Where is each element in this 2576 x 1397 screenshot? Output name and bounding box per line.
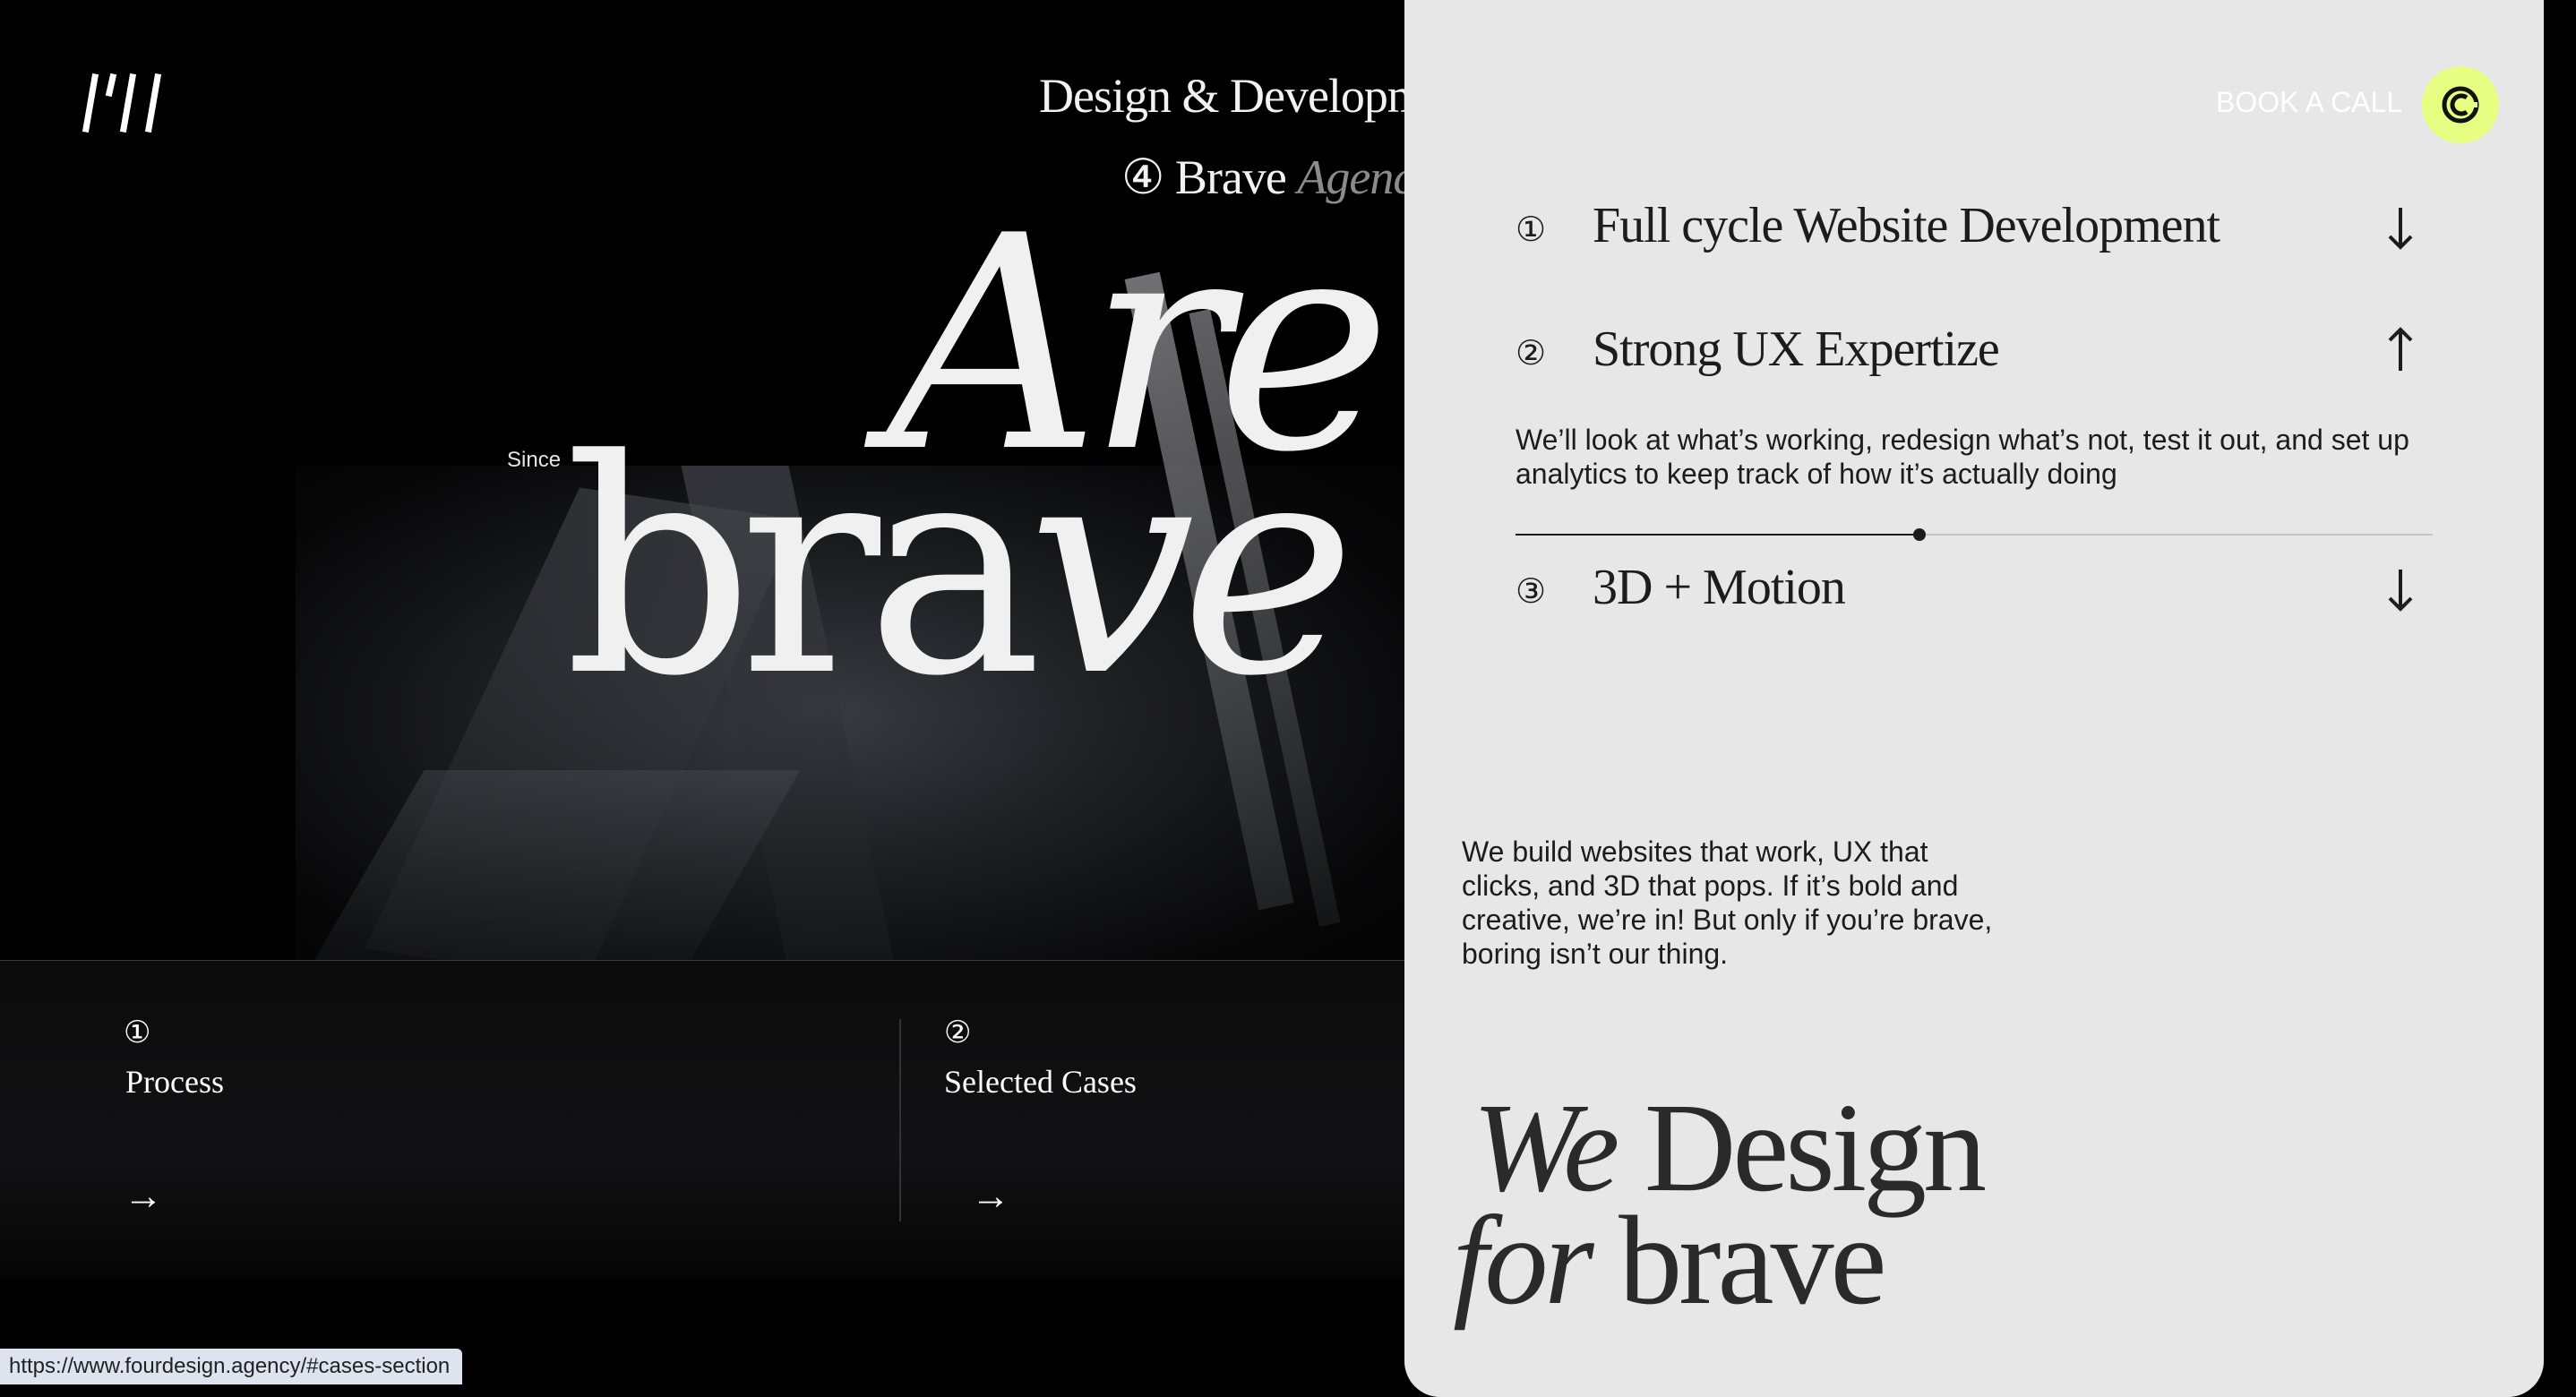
accordion-title: Strong UX Expertize (1593, 321, 2000, 377)
arrow-up-icon[interactable] (2383, 321, 2418, 383)
tagline-word: for (1453, 1189, 1594, 1331)
arrow-right-icon[interactable]: → (971, 1174, 1010, 1219)
card-selected-cases[interactable]: ② Selected Cases → (901, 961, 1403, 1280)
accordion-number: ① (1516, 210, 1547, 249)
services-panel: BOOK A CALL ① Full cycle Website Develop… (1404, 0, 2544, 1397)
arrow-right-icon[interactable]: → (124, 1174, 163, 1219)
section-nav-bar: ① Process → ② Selected Cases → (0, 960, 1404, 1280)
tagline-word: brave (1590, 1189, 1886, 1331)
accordion-item-ux-expertize[interactable]: ② Strong UX Expertize (1516, 321, 2418, 392)
accordion-title: Full cycle Website Development (1593, 198, 2220, 253)
progress-track (1516, 528, 2433, 541)
about-text: We build websites that work, UX that cli… (1462, 836, 1993, 970)
book-call-button[interactable] (2422, 66, 2499, 143)
card-number: ① (124, 1015, 151, 1050)
book-a-call-link[interactable]: BOOK A CALL (2216, 86, 2402, 119)
headline-word: ve (1027, 397, 1356, 741)
accordion-title: 3D + Motion (1593, 560, 1846, 615)
progress-handle (1912, 528, 1926, 541)
c-mark-icon (2442, 86, 2479, 124)
card-label: Selected Cases (944, 1064, 1137, 1100)
accordion-description: We’ll look at what’s working, redesign w… (1516, 424, 2409, 490)
card-divider (899, 1019, 901, 1221)
logo-mark[interactable] (82, 73, 163, 133)
browser-status-url: https://www.fourdesign.agency/#cases-sec… (0, 1349, 463, 1384)
accordion-item-website-development[interactable]: ① Full cycle Website Development (1516, 197, 2418, 269)
card-process[interactable]: ① Process → (0, 961, 899, 1280)
accordion-number: ③ (1516, 571, 1547, 611)
since-label: Since (507, 448, 562, 472)
tagline-line-2: for brave (1453, 1196, 1887, 1324)
arrow-down-icon[interactable] (2383, 559, 2418, 621)
arrow-down-icon[interactable] (2383, 197, 2418, 260)
accordion-item-3d-motion[interactable]: ③ 3D + Motion (1516, 559, 2418, 630)
accordion-number: ② (1516, 333, 1547, 373)
card-label: Process (125, 1064, 224, 1100)
card-number: ② (944, 1015, 972, 1050)
progress-fill (1516, 534, 1919, 536)
headline-word: bra (564, 397, 1043, 741)
